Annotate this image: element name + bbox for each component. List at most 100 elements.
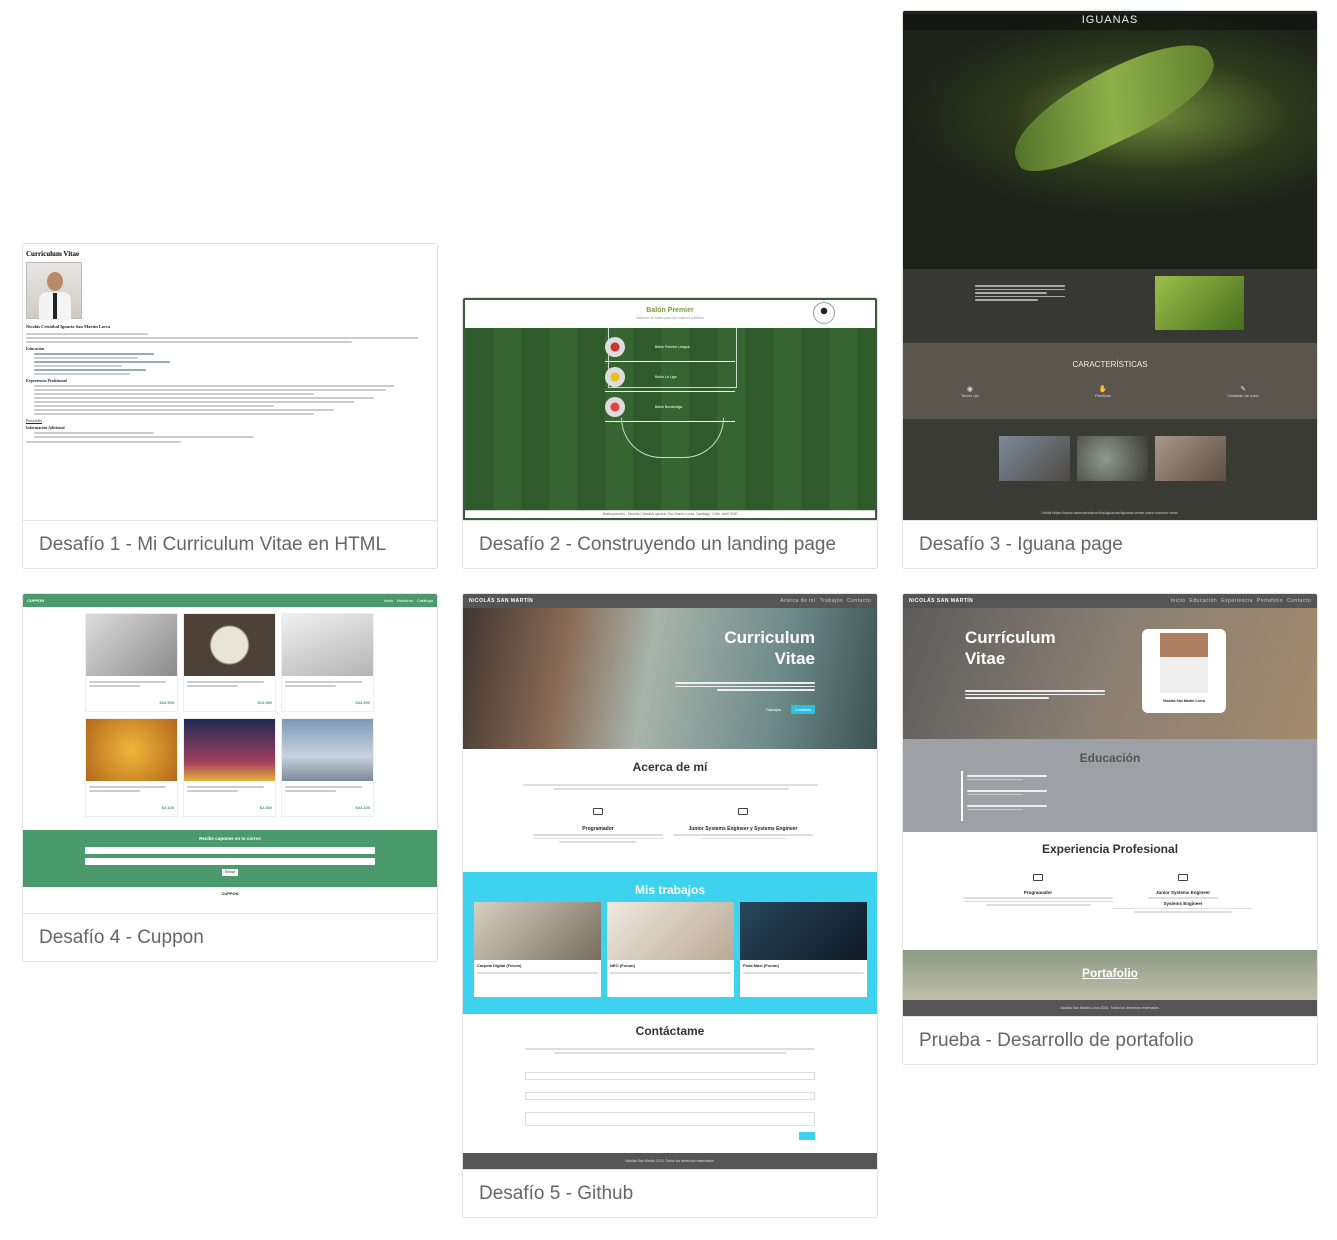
- contact-heading: Contáctame: [635, 1024, 705, 1038]
- message-field[interactable]: [525, 1112, 815, 1126]
- card-caption[interactable]: Desafío 3 - Iguana page: [903, 520, 1317, 568]
- role-title: Programador: [1023, 890, 1053, 895]
- project-card-4[interactable]: CUPPON Inicio Nosotros Catálogo $22.990 $1…: [22, 593, 438, 962]
- submit-button[interactable]: [799, 1132, 815, 1140]
- cv-portfolio-link[interactable]: Portafolio: [26, 418, 434, 423]
- profile-card: Nicolás San Martín Lorca: [1142, 629, 1226, 713]
- name-field[interactable]: [525, 1072, 815, 1080]
- nav-link[interactable]: Nosotros: [397, 598, 413, 603]
- feature-label: Pacíficas: [1094, 393, 1112, 398]
- laptop-icon: [1033, 874, 1043, 881]
- card-caption[interactable]: Desafío 4 - Cuppon: [23, 913, 437, 961]
- nav-link[interactable]: Trabajos: [820, 598, 843, 604]
- coupon-card[interactable]: $22.990: [85, 613, 178, 712]
- card-caption[interactable]: Desafío 2 - Construyendo un landing page: [463, 520, 877, 568]
- newsletter-section: Recibe cupones en tu correo Enviar: [23, 830, 437, 887]
- nav-link[interactable]: Experiencia: [1221, 598, 1253, 604]
- cuppon-thumbnail: CUPPON Inicio Nosotros Catálogo $22.990 $1…: [23, 594, 437, 913]
- coupon-card[interactable]: $2.300: [183, 718, 276, 817]
- role-title: Junior Systems Engineer y Systems Engine…: [688, 826, 798, 832]
- features-section: CARACTERÍSTICAS ◉ Tercer ojo ✋ Pacíficas ✎…: [903, 343, 1317, 419]
- work-card[interactable]: NEO (Forum): [607, 902, 734, 997]
- work-card[interactable]: Flota Maxi (Forum): [740, 902, 867, 997]
- project-card-2[interactable]: Balón Premier Balones de fútbol para los…: [462, 297, 878, 569]
- role-title: Junior Systems Engineer: [1155, 890, 1211, 895]
- work-card[interactable]: Carpeta Digital (Forum): [474, 902, 601, 997]
- works-heading: Mis trabajos: [634, 883, 706, 897]
- portfolio-heading[interactable]: Portafolio: [903, 966, 1317, 980]
- hero-section: Curriculum Vitae Trabajos Contacto: [463, 594, 877, 749]
- product-name: Balón Bundesliga: [655, 404, 683, 409]
- nav-link[interactable]: Catálogo: [417, 598, 433, 603]
- github-navbar: NICOLÁS SAN MARTÍN Acerca de mí Trabajos Co…: [463, 594, 877, 608]
- works-section: Mis trabajos Carpeta Digital (Forum) NEO…: [463, 872, 877, 1014]
- nav-link[interactable]: Contacto: [847, 598, 871, 604]
- contact-button[interactable]: Contacto: [790, 705, 815, 714]
- hero-title-1: Currículum: [965, 628, 1056, 647]
- project-card-3[interactable]: IGUANAS CARACTERÍSTICAS ◉ Tercer ojo ✋ Pac…: [902, 10, 1318, 569]
- project-card-6[interactable]: Currículum Vitae Nicolás San Martín Lorc…: [902, 593, 1318, 1065]
- nav-link[interactable]: Acerca de mí: [780, 598, 815, 604]
- nav-link[interactable]: Contacto: [1287, 598, 1311, 604]
- email-input[interactable]: [85, 858, 375, 865]
- cv-thumbnail: Curriculum Vitae Nicolás Cristóbal Ignac…: [23, 244, 437, 520]
- name-input[interactable]: [85, 847, 375, 854]
- card-caption[interactable]: Desafío 5 - Github: [463, 1169, 877, 1217]
- work-title: NEO (Forum): [610, 963, 635, 968]
- nav-link[interactable]: Inicio: [1171, 598, 1186, 604]
- work-title: Carpeta Digital (Forum): [477, 963, 522, 968]
- card-caption[interactable]: Prueba - Desarrollo de portafolio: [903, 1016, 1317, 1064]
- avatar: [1160, 633, 1208, 693]
- coupon-card[interactable]: $2.100: [85, 718, 178, 817]
- laptop-icon: [593, 808, 603, 815]
- project-card-1[interactable]: Curriculum Vitae Nicolás Cristóbal Ignac…: [22, 243, 438, 569]
- brush-icon: ✎: [1240, 386, 1247, 393]
- role-title: Systems Engineer: [1163, 900, 1203, 906]
- coupon-card[interactable]: $34.100: [281, 718, 374, 817]
- card-caption[interactable]: Desafío 1 - Mi Curriculum Vitae en HTML: [23, 520, 437, 568]
- nav-link[interactable]: Inicio: [384, 598, 393, 603]
- work-title: Flota Maxi (Forum): [743, 963, 779, 968]
- cv-experience-heading: Experiencia Profesional: [26, 378, 67, 383]
- iguana-photo: [1155, 276, 1244, 330]
- feature-label: Tercer ojo: [961, 393, 979, 398]
- role-title: Programador: [582, 826, 614, 832]
- cuppon-navbar: CUPPON Inicio Nosotros Catálogo: [23, 594, 437, 607]
- project-card-5[interactable]: Curriculum Vitae Trabajos Contacto NICOL…: [462, 593, 878, 1218]
- nav-link[interactable]: Educación: [1189, 598, 1217, 604]
- iguana-title: IGUANAS: [903, 14, 1317, 30]
- product-list: Balón Premier League Balón La Liga Balón…: [605, 332, 735, 422]
- coupon-card[interactable]: $13.990: [183, 613, 276, 712]
- portfolio-navbar: NICOLÁS SAN MARTÍN Inicio Educación Experie…: [903, 594, 1317, 608]
- cv-title: Curriculum Vitae: [26, 250, 80, 258]
- navbar-brand[interactable]: NICOLÁS SAN MARTÍN: [909, 598, 973, 604]
- iguana-thumbnail: IGUANAS CARACTERÍSTICAS ◉ Tercer ojo ✋ Pac…: [903, 11, 1317, 520]
- send-button[interactable]: Enviar: [222, 869, 238, 876]
- portfolio-thumbnail: Currículum Vitae Nicolás San Martín Lorc…: [903, 594, 1317, 1016]
- works-button[interactable]: Trabajos: [766, 707, 781, 712]
- cuppon-brand[interactable]: CUPPON: [27, 598, 44, 603]
- feature-label: Cambian de color: [1227, 393, 1259, 398]
- coupon-grid: $22.990 $13.990 $33.990 $2.100 $2.300 $3…: [23, 607, 437, 817]
- newsletter-title: Recibe cupones en tu correo: [199, 836, 261, 841]
- education-section: Educación: [903, 739, 1317, 832]
- ball-icon: [605, 366, 625, 387]
- paw-icon: ✋: [1098, 386, 1108, 393]
- features-heading: CARACTERÍSTICAS: [1072, 360, 1148, 369]
- gallery-image: [1077, 436, 1148, 481]
- github-footer: Nicolás San Martín 2023. Todos los derec…: [463, 1153, 877, 1169]
- about-heading: Acerca de mí: [632, 760, 708, 774]
- education-heading: Educación: [1079, 751, 1141, 765]
- cv-info-heading: Información Adicional: [26, 425, 65, 430]
- coupon-card[interactable]: $33.990: [281, 613, 374, 712]
- navbar-brand[interactable]: NICOLÁS SAN MARTÍN: [469, 598, 533, 604]
- ball-icon: [605, 396, 625, 417]
- laptop-icon: [738, 808, 748, 815]
- email-field[interactable]: [525, 1092, 815, 1100]
- gallery-image: [1155, 436, 1226, 481]
- hero-title-2: Vitae: [774, 649, 815, 668]
- coupon-price: $34.100: [355, 805, 370, 810]
- landing-footer: #balonpremier - Nicolás Cristóbal Ignaci…: [602, 512, 738, 516]
- nav-link[interactable]: Portafolio: [1257, 598, 1283, 604]
- profile-name: Nicolás San Martín Lorca: [1163, 699, 1205, 703]
